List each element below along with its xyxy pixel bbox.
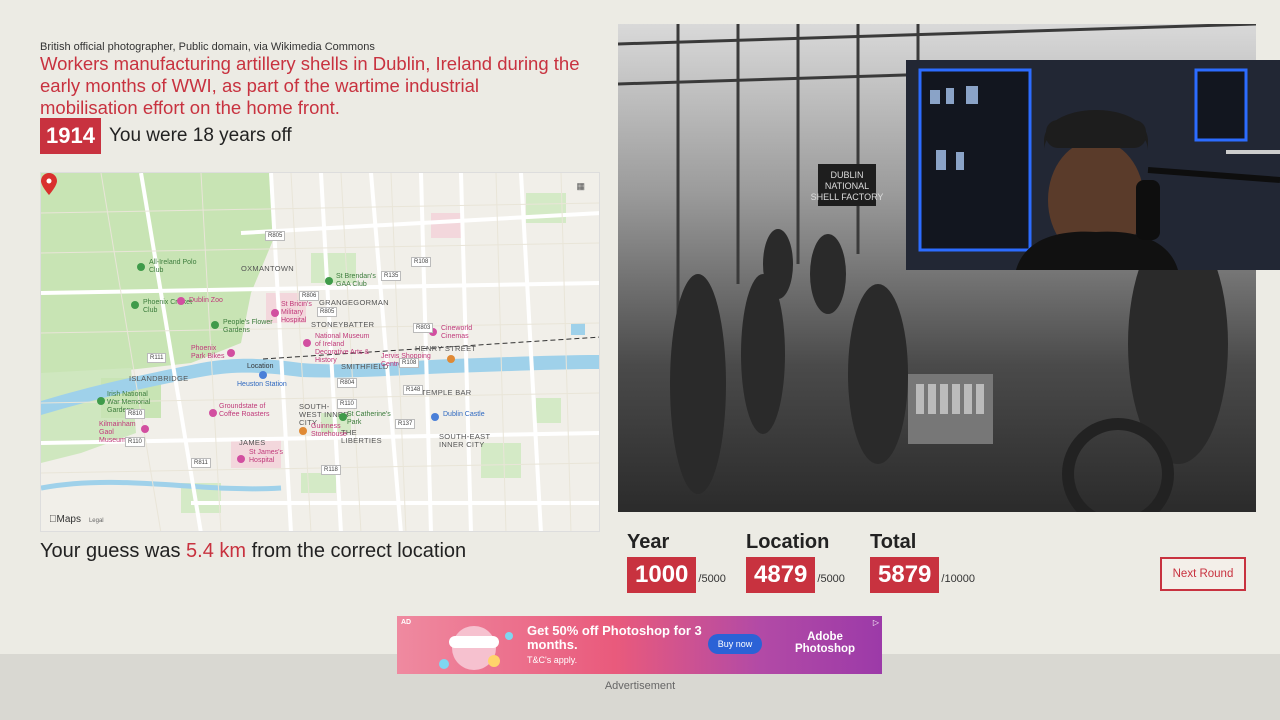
road-tag: R137	[395, 419, 416, 429]
answer-row: 1914 You were 18 years off	[40, 118, 292, 154]
poi-park-icon	[339, 413, 347, 421]
total-score: Total 5879/10000	[870, 531, 975, 593]
road-tag: R804	[337, 378, 358, 388]
map-label-st-james-hospital: St James's Hospital	[249, 449, 284, 464]
total-score-value: 5879	[870, 557, 940, 593]
guess-suffix: from the correct location	[246, 540, 467, 562]
location-score-label: Location	[746, 531, 830, 553]
map-label-henry-street: HENRY STREET	[415, 344, 477, 353]
map-label-groundstate: Groundstate of Coffee Roasters	[219, 403, 270, 418]
road-tag: R803	[413, 323, 434, 333]
poi-roasters-icon	[209, 409, 217, 417]
poi-war-memorial-icon	[97, 397, 105, 405]
road-tag: R111	[147, 353, 167, 363]
year-score-value: 1000	[627, 557, 697, 593]
years-off-text: You were 18 years off	[108, 125, 292, 146]
poi-gaol-icon	[141, 425, 149, 433]
map-label-gaa: St Brendan's GAA Club	[336, 273, 376, 288]
road-tag: R118	[321, 465, 341, 475]
map-label-islandbridge: ISLANDBRIDGE	[129, 374, 189, 383]
location-score-value: 4879	[746, 557, 816, 593]
map-label-flower-gardens: People's Flower Gardens	[223, 319, 273, 334]
poi-castle-icon	[431, 413, 439, 421]
map-label-dublin-castle: Dublin Castle	[443, 411, 485, 418]
map-label-oxmantown: OXMANTOWN	[241, 264, 294, 273]
road-tag: R805	[265, 231, 286, 241]
road-tag: R811	[191, 458, 211, 468]
map-mode-icon[interactable]: ▦	[576, 181, 585, 192]
map-pin-label: Location	[247, 363, 274, 370]
location-score-max: /5000	[817, 573, 845, 585]
photo-caption: Workers manufacturing artillery shells i…	[40, 53, 580, 118]
poi-museum-icon	[303, 339, 311, 347]
poi-zoo-icon	[177, 297, 185, 305]
correct-location-pin-icon	[41, 173, 57, 195]
road-tag: R810	[125, 409, 146, 419]
result-map[interactable]: ▦ OXMANTOWN GRANGEGORMAN STONEYBATTER SM…	[40, 172, 600, 532]
total-score-max: /10000	[941, 573, 976, 585]
road-tag: R148	[403, 385, 424, 395]
road-tag: R108	[399, 358, 420, 368]
map-label-bikes: Phoenix Park Bikes	[191, 345, 225, 360]
poi-gaa-icon	[325, 277, 333, 285]
road-tag: R135	[381, 271, 402, 281]
svg-text:SHELL FACTORY: SHELL FACTORY	[811, 192, 884, 202]
road-tag: R110	[125, 437, 145, 447]
map-legal-link[interactable]: Legal	[89, 518, 104, 524]
map-label-museum: National Museum of Ireland Decorative Ar…	[315, 333, 370, 364]
year-score-max: /5000	[698, 573, 726, 585]
map-label-st-catherines: St Catherine's Park	[347, 411, 391, 426]
map-label-zoo: Dublin Zoo	[189, 297, 223, 304]
map-label-polo: All-Ireland Polo Club	[149, 259, 197, 274]
road-tag: R108	[411, 257, 432, 267]
ad-subtext: T&C's apply.	[527, 655, 578, 665]
poi-guinness-icon	[299, 427, 307, 435]
guess-prefix: Your guess was	[40, 540, 187, 562]
guess-distance-text: Your guess was 5.4 km from the correct l…	[40, 540, 466, 563]
map-label-grangegorman: GRANGEGORMAN	[319, 298, 389, 307]
map-label-heuston: Heuston Station	[237, 381, 287, 388]
ad-brand: Adobe Photoshop	[794, 631, 856, 655]
next-round-button[interactable]: Next Round	[1160, 557, 1246, 591]
poi-hospital-icon	[237, 455, 245, 463]
poi-station-icon	[259, 371, 267, 379]
map-label-james: JAMES	[239, 438, 266, 447]
ad-illustration	[439, 626, 513, 670]
poi-flower-gardens-icon	[211, 321, 219, 329]
map-label-temple-bar: TEMPLE BAR	[421, 388, 472, 397]
advertisement-label: Advertisement	[604, 680, 676, 692]
road-tag: R110	[337, 399, 357, 409]
road-tag: R805	[317, 307, 338, 317]
poi-polo-icon	[137, 263, 145, 271]
svg-text:DUBLIN: DUBLIN	[830, 170, 863, 180]
poi-military-hospital-icon	[271, 309, 279, 317]
apple-icon: 	[49, 514, 57, 525]
total-score-label: Total	[870, 531, 917, 553]
ad-buy-now-button[interactable]: Buy now	[708, 634, 762, 654]
map-label-cricket: Phoenix Cricket Club	[143, 299, 193, 314]
map-label-se-inner-city: SOUTH-EAST INNER CITY	[439, 432, 491, 449]
webcam-image	[906, 60, 1280, 270]
year-score-label: Year	[627, 531, 670, 553]
ad-banner[interactable]: AD Get 50% off Photoshop for 3 months. T…	[397, 616, 882, 674]
svg-text:NATIONAL: NATIONAL	[825, 181, 869, 191]
year-score: Year 1000/5000	[627, 531, 726, 593]
ad-tag: AD	[401, 619, 412, 626]
poi-shopping-icon	[447, 355, 455, 363]
guess-distance: 5.4 km	[186, 540, 247, 562]
road-tag: R806	[299, 291, 320, 301]
map-attribution[interactable]: Maps Legal	[49, 514, 104, 525]
map-label-cineworld: Cineworld Cinemas	[441, 325, 473, 340]
location-score: Location 4879/5000	[746, 531, 845, 593]
map-provider: Maps	[49, 514, 81, 525]
ad-close-icon[interactable]: ▷	[873, 618, 879, 627]
ad-title: Get 50% off Photoshop for 3 months.	[527, 623, 702, 652]
photo-credit: British official photographer, Public do…	[40, 41, 375, 53]
correct-year-badge: 1914	[40, 118, 101, 154]
poi-cricket-icon	[131, 301, 139, 309]
streamer-webcam	[906, 60, 1280, 270]
